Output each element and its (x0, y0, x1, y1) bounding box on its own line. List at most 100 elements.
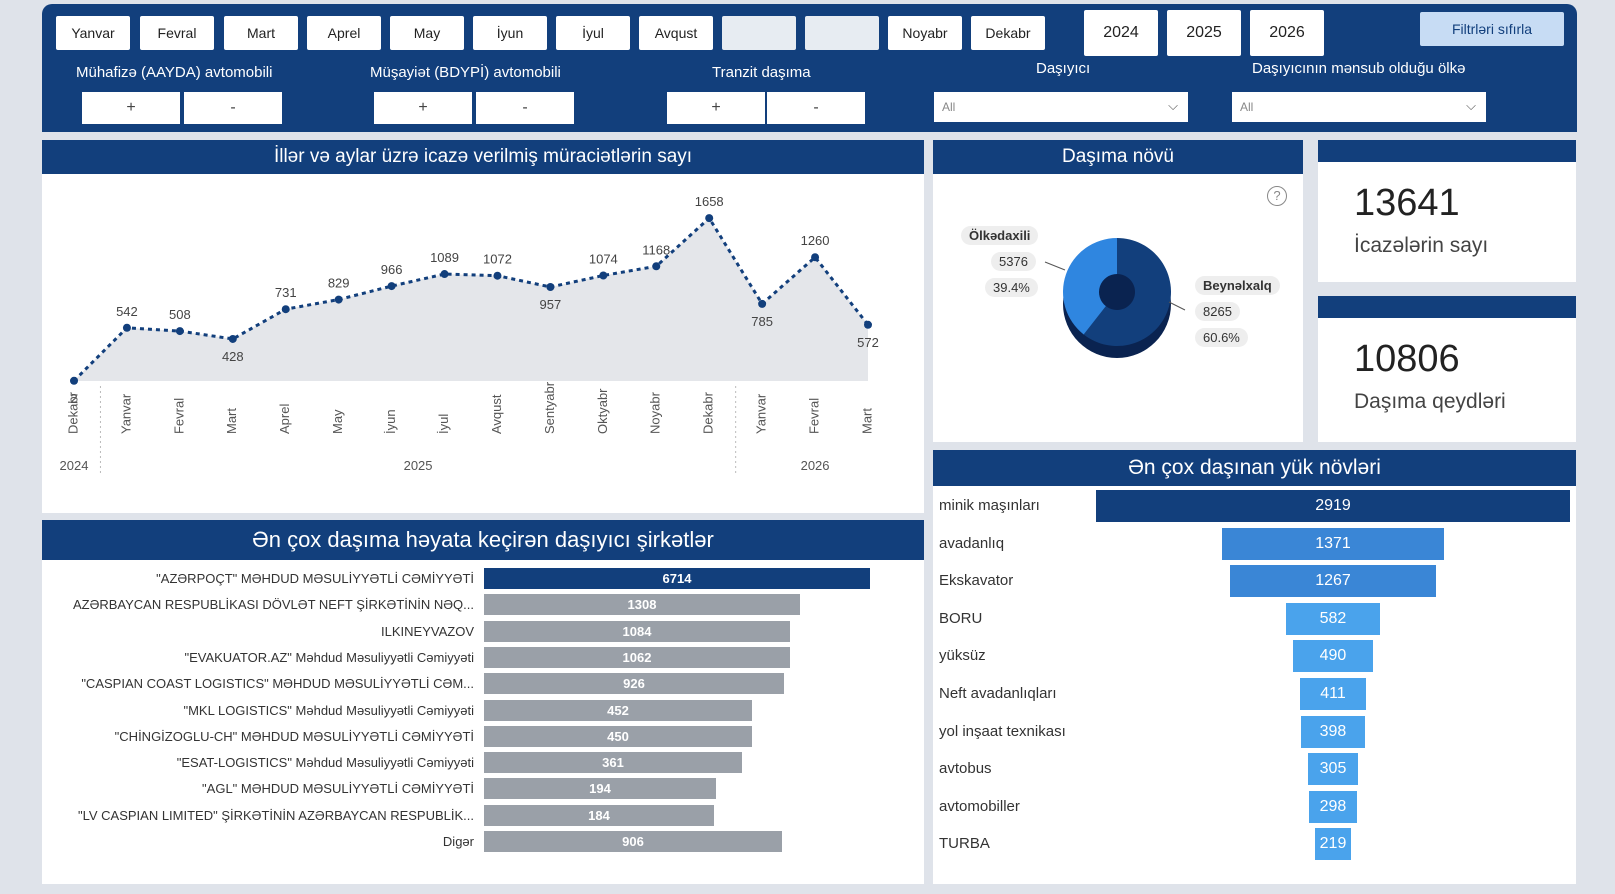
cargo-bar: 411 (1299, 678, 1367, 710)
year-button-2025[interactable]: 2025 (1167, 10, 1241, 56)
chevron-down-icon: ⌵ (1466, 98, 1476, 113)
cargo-label: BORU (939, 609, 983, 627)
transit-filter-label: Tranzit daşıma (712, 64, 811, 81)
top-carriers-chart: "AZƏRPOÇT" MƏHDUD MƏSULİYYƏTLİ CƏMİYYƏTİ… (42, 568, 924, 878)
carrier-label: "MKL LOGISTICS" Məhdud Məsuliyyətli Cəmi… (183, 702, 474, 718)
international-label: Beynəlxalq (1195, 276, 1280, 295)
leader-line (1044, 261, 1066, 271)
data-label: 542 (116, 304, 138, 319)
cargo-label: avtomobiller (939, 797, 1020, 815)
x-tick-label: Avqust (489, 394, 504, 434)
carrier-bar: 906 (484, 831, 782, 852)
data-label: 1658 (695, 194, 724, 209)
data-label: 1260 (801, 233, 830, 248)
x-tick-label: Mart (224, 408, 239, 434)
carrier-filter-label: Daşıyıcı (1036, 60, 1091, 77)
transit-minus-button[interactable]: - (767, 92, 865, 124)
data-point (175, 327, 184, 336)
escort-plus-button[interactable]: + (82, 92, 180, 124)
carrier-label: "AGL" MƏHDUD MƏSULİYYƏTLİ CƏMİYYƏTİ (202, 781, 474, 797)
cargo-label: avtobus (939, 760, 992, 778)
reset-filters-button[interactable]: Filtrləri sıfırla (1420, 12, 1564, 46)
cargo-bar: 490 (1293, 640, 1373, 673)
transport-type-title: Daşıma növü (933, 140, 1303, 174)
month-button-avqust[interactable]: Avqust (639, 16, 713, 50)
data-label: 508 (169, 307, 191, 322)
data-point (281, 305, 290, 314)
country-filter-label: Daşıyıcının mənsub olduğu ölkə (1252, 60, 1466, 77)
data-point (122, 323, 131, 332)
carrier-label: "AZƏRPOÇT" MƏHDUD MƏSULİYYƏTLİ CƏMİYYƏTİ (156, 571, 474, 586)
month-button-mart[interactable]: Mart (224, 16, 298, 50)
month-button-iyun[interactable]: İyun (473, 16, 547, 50)
month-button-sentyabr[interactable] (722, 16, 796, 50)
x-tick-label: Noyabr (648, 391, 663, 434)
monthly-permits-line-chart: 2Dekabr542Yanvar508Fevral428Mart731Aprel… (60, 194, 879, 474)
accompany-plus-button[interactable]: + (374, 92, 472, 124)
monthly-permits-title: İllər və aylar üzrə icazə verilmiş mürac… (42, 140, 924, 174)
data-point (334, 295, 343, 304)
cargo-bar: 398 (1300, 715, 1366, 748)
x-tick-label: Aprel (277, 404, 292, 434)
country-select-value: All (1240, 100, 1254, 114)
cargo-types-title: Ən çox daşınan yük növləri (933, 450, 1576, 486)
data-label: 1074 (589, 251, 618, 266)
month-button-iyul[interactable]: İyul (556, 16, 630, 50)
carrier-label: "CASPIAN COAST LOGISTICS" MƏHDUD MƏSULİY… (81, 676, 474, 692)
permits-count-label: İcazələrin sayı (1354, 234, 1489, 257)
cargo-bar: 219 (1315, 828, 1351, 861)
month-button-may[interactable]: May (390, 16, 464, 50)
records-count-label: Daşıma qeydləri (1354, 390, 1506, 413)
data-label: 1089 (430, 250, 459, 265)
month-button-oktyabr[interactable] (805, 16, 879, 50)
data-point (599, 271, 608, 280)
leader-line (1168, 301, 1186, 311)
top-carriers-panel: Ən çox daşıma həyata keçirən daşıyıcı şi… (42, 520, 924, 884)
top-carriers-title: Ən çox daşıma həyata keçirən daşıyıcı şi… (42, 520, 924, 560)
transit-plus-button[interactable]: + (667, 92, 765, 124)
carrier-select[interactable]: All ⌵ (934, 92, 1188, 122)
escort-filter-label: Mühafizə (AAYDA) avtomobili (76, 64, 273, 81)
month-button-dekabr[interactable]: Dekabr (971, 16, 1045, 50)
x-tick-label: Dekabr (65, 391, 80, 434)
domestic-percent: 39.4% (985, 278, 1038, 297)
escort-minus-button[interactable]: - (184, 92, 282, 124)
cargo-bar: 298 (1308, 790, 1358, 823)
accompany-minus-button[interactable]: - (476, 92, 574, 124)
cargo-label: TURBA (939, 835, 990, 853)
carrier-select-value: All (942, 100, 956, 114)
carrier-bar: 450 (484, 725, 752, 747)
monthly-permits-panel: İllər və aylar üzrə icazə verilmiş mürac… (42, 140, 924, 513)
year-label: 2026 (801, 458, 830, 473)
records-kpi-card: 10806 Daşıma qeydləri (1318, 296, 1576, 442)
cargo-bar: 1267 (1230, 565, 1436, 598)
data-label: 1072 (483, 252, 512, 267)
x-tick-label: Dekabr (701, 391, 716, 434)
month-button-noyabr[interactable]: Noyabr (888, 16, 962, 50)
data-point (546, 282, 555, 291)
country-select[interactable]: All ⌵ (1232, 92, 1486, 122)
year-label: 2025 (404, 458, 433, 473)
x-tick-label: İyun (383, 409, 398, 434)
carrier-bar: 361 (484, 752, 742, 774)
month-button-yanvar[interactable]: Yanvar (56, 16, 130, 50)
cargo-label: avadanlıq (939, 534, 1005, 552)
carrier-bar: 184 (484, 804, 714, 826)
cargo-bar: 1371 (1221, 527, 1445, 560)
carrier-bar: 452 (484, 699, 752, 721)
cargo-label: yüksüz (939, 647, 986, 665)
cargo-types-chart: minik maşınları 2919 avadanlıq 1371 Ekskavat… (933, 490, 1576, 880)
month-button-aprel[interactable]: Aprel (307, 16, 381, 50)
kpi-card-header (1318, 140, 1576, 162)
transport-type-donut (1044, 238, 1186, 358)
year-button-2024[interactable]: 2024 (1084, 10, 1158, 56)
carrier-label: "CHİNGİZOGLU-CH" MƏHDUD MƏSULİYYƏTLİ CƏM… (114, 728, 474, 744)
cargo-label: minik maşınları (939, 497, 1040, 514)
accompany-filter-label: Müşayiət (BDYPİ) avtomobili (370, 64, 561, 81)
year-button-2026[interactable]: 2026 (1250, 10, 1324, 56)
data-label: 428 (222, 349, 244, 364)
x-tick-label: Sentyabr (542, 381, 557, 434)
carrier-label: "EVAKUATOR.AZ" Məhdud Məsuliyyətli Cəmiy… (184, 649, 474, 665)
month-button-fevral[interactable]: Fevral (140, 16, 214, 50)
x-tick-label: Fevral (171, 398, 186, 434)
